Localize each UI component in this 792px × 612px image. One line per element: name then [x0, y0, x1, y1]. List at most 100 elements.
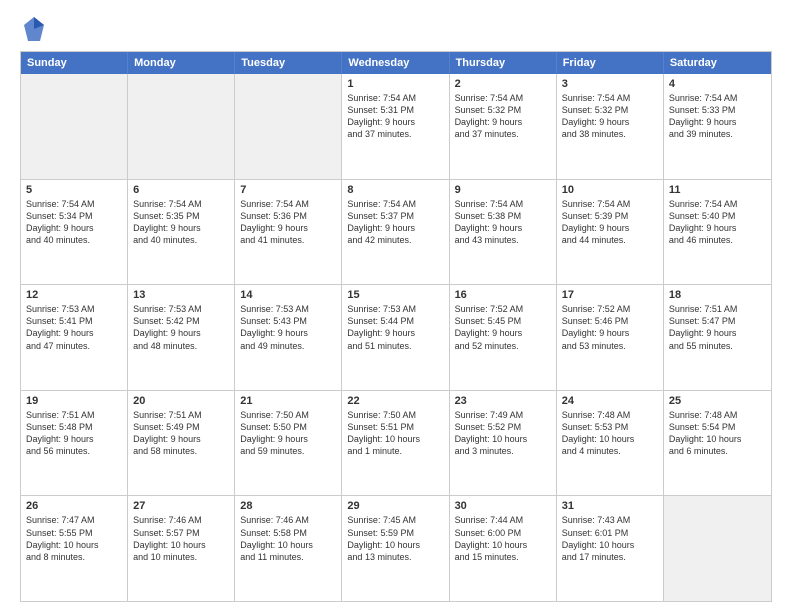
day-number: 7 [240, 184, 336, 196]
calendar-day-17: 17Sunrise: 7:52 AMSunset: 5:46 PMDayligh… [557, 285, 664, 390]
calendar-day-10: 10 Sunrise: 7:54 AMSunset: 5:39 PMDayligh… [557, 180, 664, 285]
calendar-day-11: 11Sunrise: 7:54 AMSunset: 5:40 PMDayligh… [664, 180, 771, 285]
page: SundayMondayTuesdayWednesdayThursdayFrid… [0, 0, 792, 612]
logo-icon [22, 15, 46, 43]
calendar-day-5: 5 Sunrise: 7:54 AMSunset: 5:34 PMDaylight… [21, 180, 128, 285]
calendar-week-2: 5 Sunrise: 7:54 AMSunset: 5:34 PMDaylight… [21, 179, 771, 285]
calendar-day-26: 26 Sunrise: 7:47 AMSunset: 5:55 PMDayligh… [21, 496, 128, 601]
calendar-day-23: 23Sunrise: 7:49 AMSunset: 5:52 PMDayligh… [450, 391, 557, 496]
day-number: 24 [562, 395, 658, 407]
weekday-header-monday: Monday [128, 52, 235, 74]
day-number: 19 [26, 395, 122, 407]
calendar-day-14: 14 Sunrise: 7:53 AMSunset: 5:43 PMDayligh… [235, 285, 342, 390]
day-info: Sunrise: 7:51 AMSunset: 5:49 PMDaylight:… [133, 409, 229, 458]
day-number: 17 [562, 289, 658, 301]
calendar-week-4: 19 Sunrise: 7:51 AMSunset: 5:48 PMDayligh… [21, 390, 771, 496]
calendar-day-20: 20 Sunrise: 7:51 AMSunset: 5:49 PMDayligh… [128, 391, 235, 496]
calendar-day-4: 4Sunrise: 7:54 AMSunset: 5:33 PMDaylight… [664, 74, 771, 179]
calendar-empty [128, 74, 235, 179]
day-number: 8 [347, 184, 443, 196]
day-info: Sunrise: 7:54 AMSunset: 5:37 PMDaylight:… [347, 198, 443, 247]
day-info: Sunrise: 7:48 AMSunset: 5:54 PMDaylight:… [669, 409, 766, 458]
calendar-day-21: 21Sunrise: 7:50 AMSunset: 5:50 PMDayligh… [235, 391, 342, 496]
day-number: 31 [562, 500, 658, 512]
calendar-day-31: 31 Sunrise: 7:43 AMSunset: 6:01 PMDayligh… [557, 496, 664, 601]
day-info: Sunrise: 7:52 AMSunset: 5:45 PMDaylight:… [455, 303, 551, 352]
day-info: Sunrise: 7:54 AMSunset: 5:40 PMDaylight:… [669, 198, 766, 247]
day-number: 4 [669, 78, 766, 90]
day-info: Sunrise: 7:49 AMSunset: 5:52 PMDaylight:… [455, 409, 551, 458]
calendar-header: SundayMondayTuesdayWednesdayThursdayFrid… [21, 52, 771, 74]
calendar-empty [21, 74, 128, 179]
calendar-week-1: 1 Sunrise: 7:54 AMSunset: 5:31 PMDaylight… [21, 74, 771, 179]
day-number: 20 [133, 395, 229, 407]
day-info: Sunrise: 7:54 AMSunset: 5:32 PMDaylight:… [562, 92, 658, 141]
header [20, 15, 772, 43]
day-info: Sunrise: 7:54 AMSunset: 5:39 PMDaylight:… [562, 198, 658, 247]
calendar-week-3: 12 Sunrise: 7:53 AMSunset: 5:41 PMDayligh… [21, 284, 771, 390]
day-info: Sunrise: 7:53 AMSunset: 5:42 PMDaylight:… [133, 303, 229, 352]
calendar-day-16: 16 Sunrise: 7:52 AMSunset: 5:45 PMDayligh… [450, 285, 557, 390]
day-info: Sunrise: 7:51 AMSunset: 5:48 PMDaylight:… [26, 409, 122, 458]
day-number: 1 [347, 78, 443, 90]
day-info: Sunrise: 7:54 AMSunset: 5:35 PMDaylight:… [133, 198, 229, 247]
calendar-day-13: 13 Sunrise: 7:53 AMSunset: 5:42 PMDayligh… [128, 285, 235, 390]
day-number: 16 [455, 289, 551, 301]
day-info: Sunrise: 7:54 AMSunset: 5:38 PMDaylight:… [455, 198, 551, 247]
weekday-header-friday: Friday [557, 52, 664, 74]
day-number: 10 [562, 184, 658, 196]
day-info: Sunrise: 7:43 AMSunset: 6:01 PMDaylight:… [562, 514, 658, 563]
day-number: 29 [347, 500, 443, 512]
calendar-day-25: 25 Sunrise: 7:48 AMSunset: 5:54 PMDayligh… [664, 391, 771, 496]
calendar-day-7: 7Sunrise: 7:54 AMSunset: 5:36 PMDaylight… [235, 180, 342, 285]
day-info: Sunrise: 7:54 AMSunset: 5:32 PMDaylight:… [455, 92, 551, 141]
day-info: Sunrise: 7:53 AMSunset: 5:44 PMDaylight:… [347, 303, 443, 352]
day-info: Sunrise: 7:54 AMSunset: 5:34 PMDaylight:… [26, 198, 122, 247]
calendar-day-27: 27 Sunrise: 7:46 AMSunset: 5:57 PMDayligh… [128, 496, 235, 601]
weekday-header-wednesday: Wednesday [342, 52, 449, 74]
calendar-day-6: 6Sunrise: 7:54 AMSunset: 5:35 PMDaylight… [128, 180, 235, 285]
calendar-body: 1 Sunrise: 7:54 AMSunset: 5:31 PMDaylight… [21, 74, 771, 601]
day-info: Sunrise: 7:45 AMSunset: 5:59 PMDaylight:… [347, 514, 443, 563]
day-info: Sunrise: 7:46 AMSunset: 5:57 PMDaylight:… [133, 514, 229, 563]
calendar-day-15: 15 Sunrise: 7:53 AMSunset: 5:44 PMDayligh… [342, 285, 449, 390]
calendar-day-12: 12 Sunrise: 7:53 AMSunset: 5:41 PMDayligh… [21, 285, 128, 390]
calendar-empty [664, 496, 771, 601]
day-number: 5 [26, 184, 122, 196]
day-number: 22 [347, 395, 443, 407]
day-info: Sunrise: 7:53 AMSunset: 5:43 PMDaylight:… [240, 303, 336, 352]
calendar-week-5: 26 Sunrise: 7:47 AMSunset: 5:55 PMDayligh… [21, 495, 771, 601]
day-number: 15 [347, 289, 443, 301]
calendar-empty [235, 74, 342, 179]
weekday-header-saturday: Saturday [664, 52, 771, 74]
calendar-day-19: 19 Sunrise: 7:51 AMSunset: 5:48 PMDayligh… [21, 391, 128, 496]
calendar-day-8: 8 Sunrise: 7:54 AMSunset: 5:37 PMDaylight… [342, 180, 449, 285]
day-number: 12 [26, 289, 122, 301]
calendar-day-22: 22Sunrise: 7:50 AMSunset: 5:51 PMDayligh… [342, 391, 449, 496]
calendar-day-30: 30Sunrise: 7:44 AMSunset: 6:00 PMDayligh… [450, 496, 557, 601]
day-number: 2 [455, 78, 551, 90]
day-number: 18 [669, 289, 766, 301]
calendar-day-18: 18 Sunrise: 7:51 AMSunset: 5:47 PMDayligh… [664, 285, 771, 390]
weekday-header-tuesday: Tuesday [235, 52, 342, 74]
logo [20, 15, 46, 43]
calendar-day-1: 1 Sunrise: 7:54 AMSunset: 5:31 PMDaylight… [342, 74, 449, 179]
day-number: 14 [240, 289, 336, 301]
day-number: 13 [133, 289, 229, 301]
day-number: 28 [240, 500, 336, 512]
day-number: 30 [455, 500, 551, 512]
calendar-day-9: 9Sunrise: 7:54 AMSunset: 5:38 PMDaylight… [450, 180, 557, 285]
calendar-day-3: 3Sunrise: 7:54 AMSunset: 5:32 PMDaylight… [557, 74, 664, 179]
calendar: SundayMondayTuesdayWednesdayThursdayFrid… [20, 51, 772, 602]
day-info: Sunrise: 7:51 AMSunset: 5:47 PMDaylight:… [669, 303, 766, 352]
day-number: 25 [669, 395, 766, 407]
day-info: Sunrise: 7:47 AMSunset: 5:55 PMDaylight:… [26, 514, 122, 563]
day-number: 26 [26, 500, 122, 512]
weekday-header-sunday: Sunday [21, 52, 128, 74]
day-info: Sunrise: 7:46 AMSunset: 5:58 PMDaylight:… [240, 514, 336, 563]
day-info: Sunrise: 7:54 AMSunset: 5:31 PMDaylight:… [347, 92, 443, 141]
day-number: 27 [133, 500, 229, 512]
weekday-header-thursday: Thursday [450, 52, 557, 74]
day-info: Sunrise: 7:50 AMSunset: 5:50 PMDaylight:… [240, 409, 336, 458]
day-info: Sunrise: 7:53 AMSunset: 5:41 PMDaylight:… [26, 303, 122, 352]
